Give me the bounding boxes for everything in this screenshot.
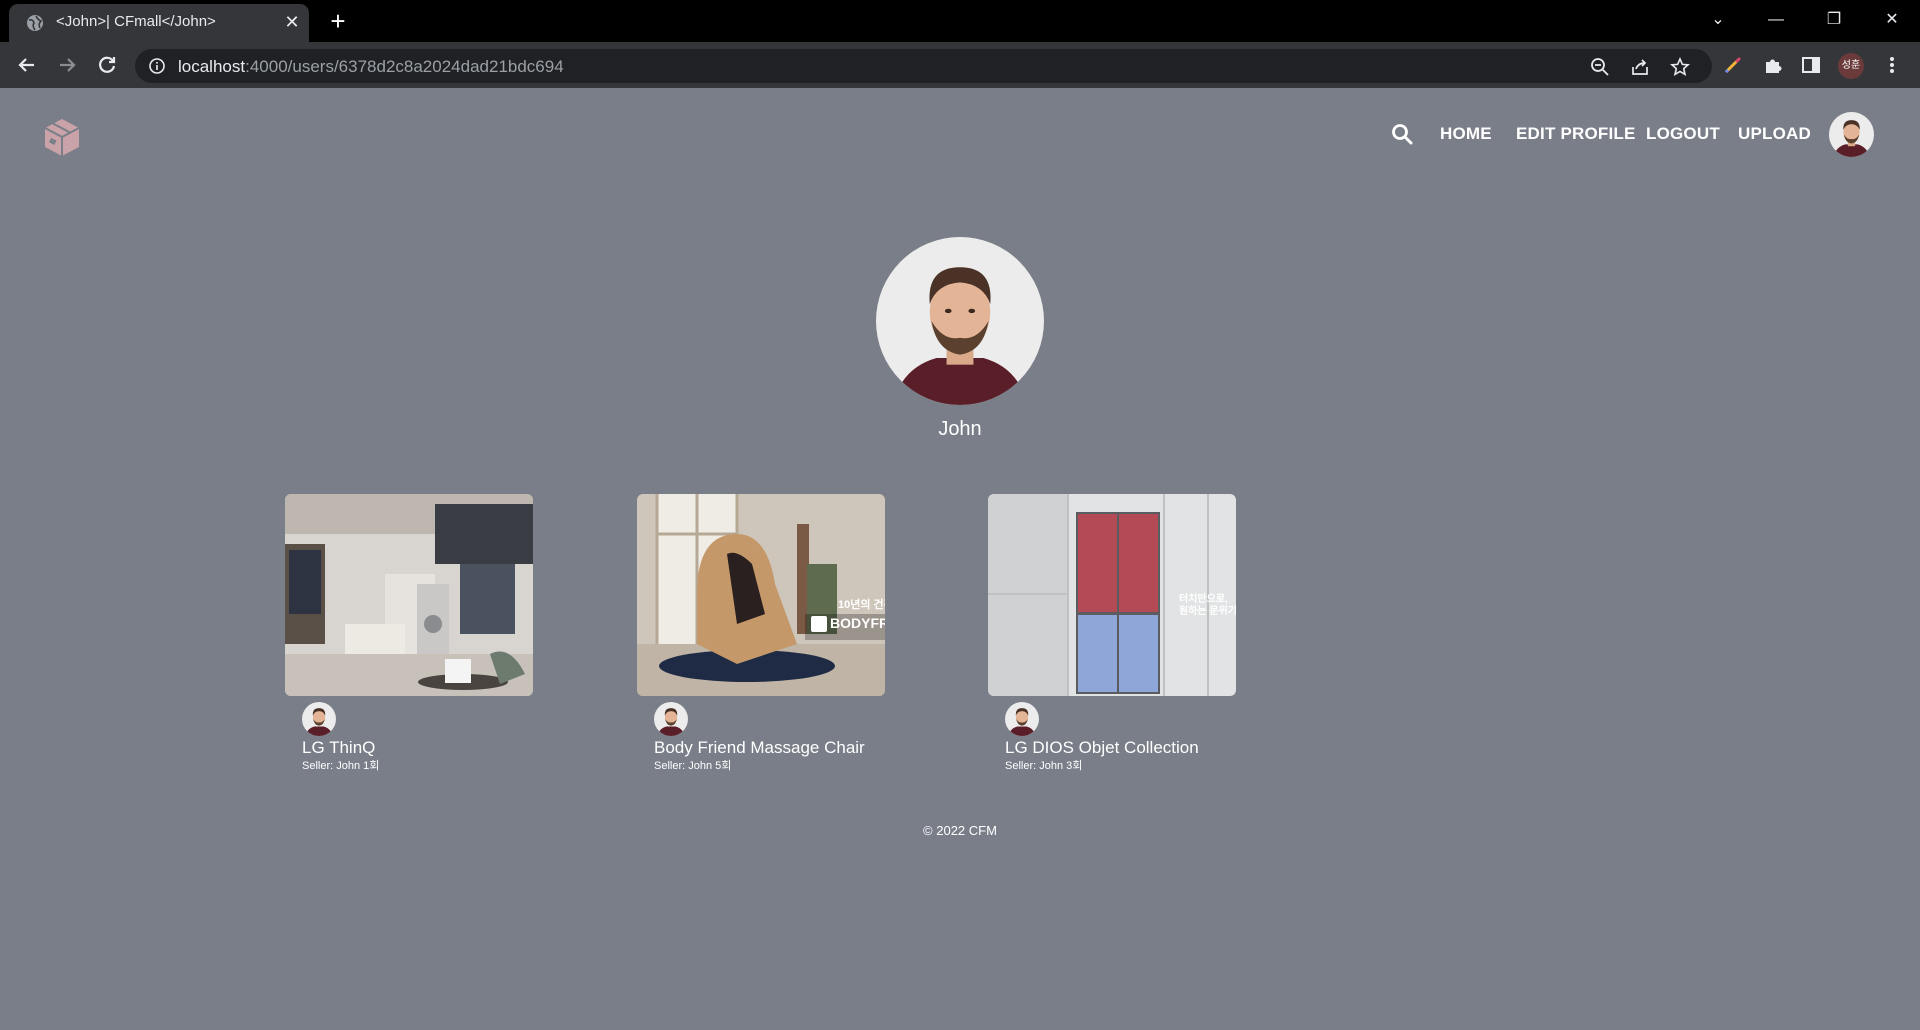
profile-avatar [876,237,1044,405]
globe-icon [27,15,43,31]
page-content: HOME EDIT PROFILE LOGOUT UPLOAD John LG … [0,88,1920,1030]
product-seller: Seller: John 5회 [654,760,732,772]
address-bar[interactable]: localhost:4000/users/6378d2c8a2024dad21b… [135,49,1712,83]
restore-button[interactable]: ❐ [1806,0,1862,40]
window-close-button[interactable]: ✕ [1864,0,1920,40]
product-thumbnail[interactable]: 터치만으로, 원하는 문위기 [988,494,1236,696]
minimize-button[interactable]: — [1748,0,1804,40]
browser-profile-avatar[interactable]: 성훈 [1838,53,1864,79]
seller-avatar [302,702,336,736]
seller-portrait-icon [654,702,688,736]
thumb-caption: 10년의 건강 [838,599,885,611]
product-thumbnail[interactable] [285,494,533,696]
more-menu-icon[interactable] [1881,54,1903,76]
url-text: localhost:4000/users/6378d2c8a2024dad21b… [178,57,564,77]
massage-chair-image [637,494,885,696]
url-host: localhost [178,57,246,76]
browser-tab[interactable]: <John>| CFmall</John> ✕ [9,4,309,42]
site-info-icon[interactable] [148,57,166,75]
side-panel-icon[interactable] [1800,54,1822,76]
product-title[interactable]: LG ThinQ [302,738,375,758]
product-title[interactable]: Body Friend Massage Chair [654,738,865,758]
nav-upload[interactable]: UPLOAD [1738,124,1811,144]
search-icon[interactable] [1391,123,1413,145]
footer-copyright: © 2022 CFM [923,823,997,838]
browser-tab-bar: <John>| CFmall</John> ✕ + ⌄ — ❐ ✕ [0,0,1920,42]
url-path: :4000/users/6378d2c8a2024dad21bdc694 [245,57,564,76]
cube-logo-icon[interactable] [40,115,84,159]
nav-logout[interactable]: LOGOUT [1646,124,1720,144]
extensions-puzzle-icon[interactable] [1762,54,1784,76]
product-thumbnail[interactable]: 10년의 건강 BODYFRI [637,494,885,696]
share-icon[interactable] [1630,57,1650,77]
profile-name: John [938,418,982,440]
avatar-portrait-icon [1829,112,1874,157]
pen-extension-icon[interactable] [1722,54,1744,76]
lg-thinq-showroom-image [285,494,533,696]
header-avatar[interactable] [1829,112,1874,157]
tab-close-icon[interactable]: ✕ [280,10,304,34]
product-seller: Seller: John 1회 [302,760,380,772]
nav-edit-profile[interactable]: EDIT PROFILE [1516,124,1636,144]
seller-avatar [1005,702,1039,736]
browser-toolbar: localhost:4000/users/6378d2c8a2024dad21b… [0,42,1920,88]
back-icon[interactable] [12,50,42,80]
profile-portrait-icon [876,237,1044,405]
nav-home[interactable]: HOME [1440,124,1492,144]
thumb-brand: BODYFRI [830,615,885,631]
new-tab-button[interactable]: + [324,7,352,35]
forward-icon[interactable] [52,50,82,80]
seller-portrait-icon [1005,702,1039,736]
seller-portrait-icon [302,702,336,736]
bodyfriend-logo-icon [811,616,827,632]
product-title[interactable]: LG DIOS Objet Collection [1005,738,1199,758]
thumb-caption: 원하는 문위기 [1179,606,1236,617]
tab-search-icon[interactable]: ⌄ [1690,0,1746,40]
tab-title: <John>| CFmall</John> [56,13,216,30]
reload-icon[interactable] [92,50,122,80]
product-seller: Seller: John 3회 [1005,760,1083,772]
zoom-icon[interactable] [1590,57,1610,77]
seller-avatar [654,702,688,736]
bookmark-star-icon[interactable] [1670,57,1690,77]
